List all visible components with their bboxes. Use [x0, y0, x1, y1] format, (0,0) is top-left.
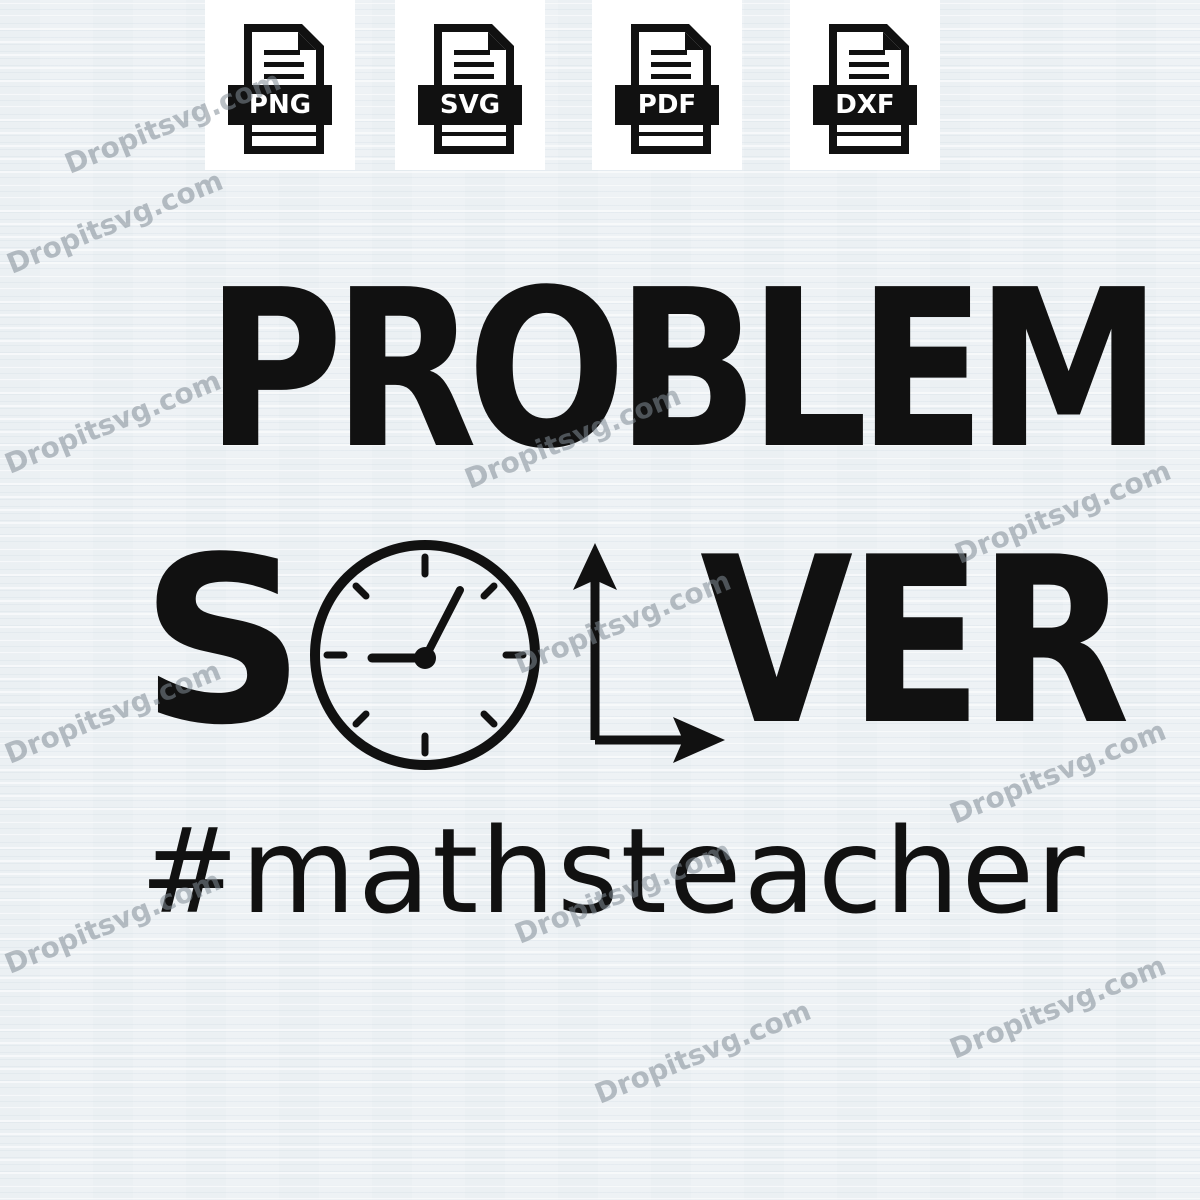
watermark: Dropitsvg.com — [2, 163, 228, 281]
design-letter-s: S — [140, 509, 306, 776]
design-letters-ver: VER — [700, 509, 1130, 776]
format-tile-dxf: DXF — [790, 0, 940, 170]
format-label-svg: SVG — [439, 90, 501, 120]
design-line-problem: PROBLEM — [205, 244, 1162, 497]
format-tile-pdf: PDF — [592, 0, 742, 170]
format-label-pdf: PDF — [637, 90, 697, 120]
watermark: Dropitsvg.com — [0, 363, 226, 481]
watermark: Dropitsvg.com — [945, 948, 1171, 1066]
format-label-dxf: DXF — [835, 90, 895, 120]
format-tile-svg: SVG — [395, 0, 545, 170]
watermark: Dropitsvg.com — [590, 993, 816, 1111]
